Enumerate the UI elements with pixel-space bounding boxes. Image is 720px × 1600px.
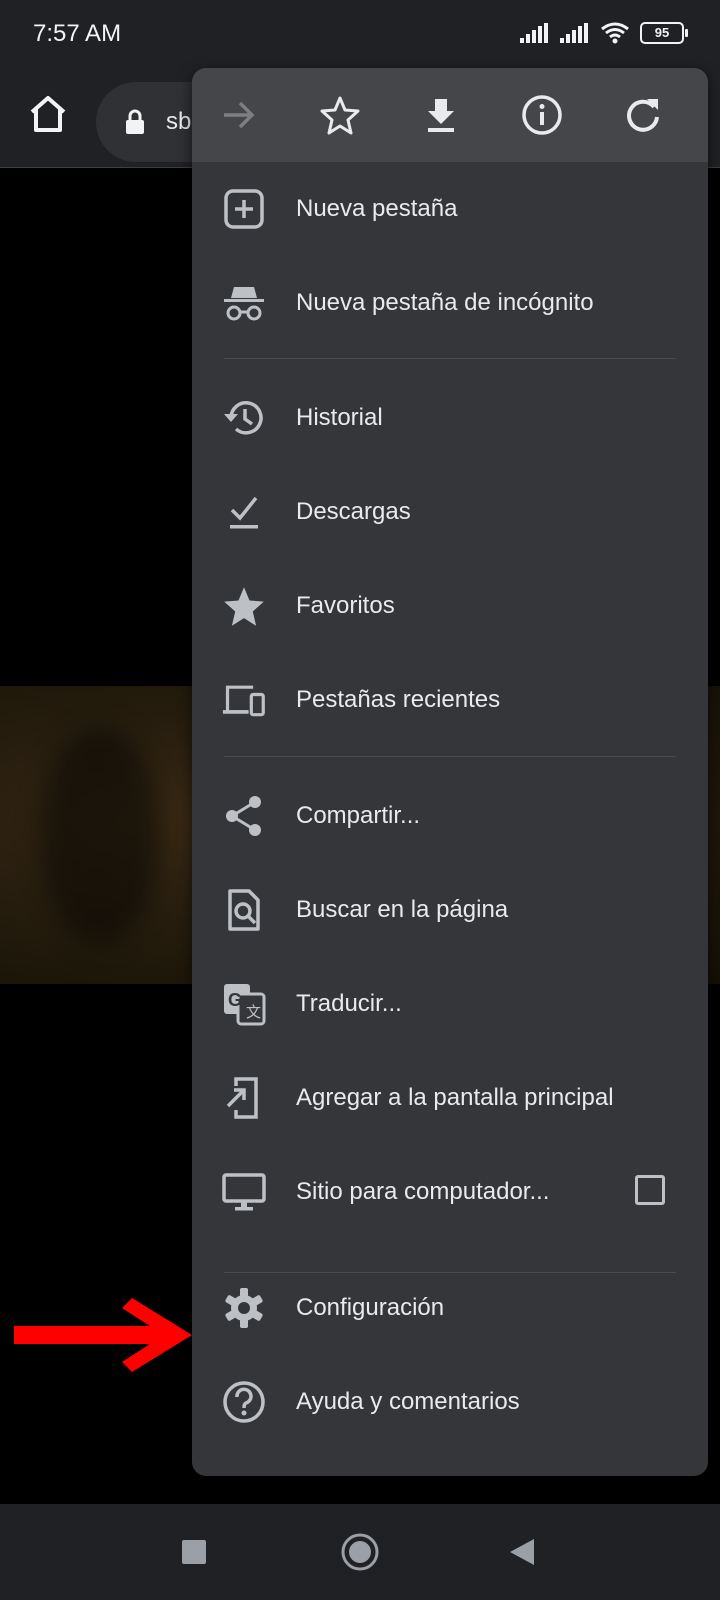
system-nav-bar <box>0 1504 720 1600</box>
url-text: sb <box>166 108 192 135</box>
incognito-icon <box>222 281 266 325</box>
menu-item-label: Agregar a la pantalla principal <box>296 1084 614 1111</box>
menu-item-label: Compartir... <box>296 802 421 829</box>
red-arrow-icon <box>14 1298 192 1372</box>
download-page-button[interactable] <box>417 91 465 139</box>
menu-item-label: Configuración <box>296 1294 445 1321</box>
battery-icon: 95 <box>640 22 688 44</box>
svg-text:G: G <box>228 990 242 1010</box>
find-in-page-icon <box>222 888 266 932</box>
menu-item-settings[interactable]: Configuración <box>192 1261 708 1355</box>
reload-icon <box>627 99 659 132</box>
menu-item-help-and-feedback[interactable]: Ayuda y comentarios <box>192 1355 708 1449</box>
recents-icon <box>182 1540 206 1564</box>
home-icon <box>30 96 66 132</box>
gear-icon <box>222 1286 266 1330</box>
menu-item-label: Traducir... <box>296 990 402 1017</box>
menu-item-history[interactable]: Historial <box>192 371 708 465</box>
share-icon <box>222 794 266 838</box>
history-icon <box>222 396 266 440</box>
downloads-icon <box>222 490 266 534</box>
download-icon <box>428 99 454 132</box>
status-bar: 7:57 AM 95 <box>0 0 720 68</box>
add-to-home-icon <box>222 1076 266 1120</box>
menu-item-label: Ayuda y comentarios <box>296 1388 520 1415</box>
desktop-site-checkbox[interactable] <box>635 1175 665 1205</box>
star-icon <box>222 584 266 628</box>
recents-button[interactable] <box>174 1532 214 1572</box>
translate-icon: G 文 <box>222 982 266 1026</box>
svg-text:文: 文 <box>246 1003 261 1021</box>
signal-icon <box>520 23 548 43</box>
info-icon <box>522 95 562 135</box>
menu-item-bookmarks[interactable]: Favoritos <box>192 559 708 653</box>
menu-item-new-incognito-tab[interactable]: Nueva pestaña de incógnito <box>192 256 708 350</box>
menu-item-label: Sitio para computador... <box>296 1178 550 1205</box>
menu-item-label: Nueva pestaña de incógnito <box>296 289 594 316</box>
menu-item-label: Favoritos <box>296 592 395 619</box>
forward-button[interactable] <box>215 91 263 139</box>
reload-button[interactable] <box>619 91 667 139</box>
menu-item-add-to-home-screen[interactable]: Agregar a la pantalla principal <box>192 1051 708 1145</box>
menu-item-label: Pestañas recientes <box>296 686 501 713</box>
back-icon <box>510 1539 534 1565</box>
page-info-button[interactable] <box>518 91 566 139</box>
menu-item-label: Historial <box>296 404 383 431</box>
devices-icon <box>222 678 266 722</box>
menu-divider <box>224 358 676 359</box>
menu-item-translate[interactable]: G 文 Traducir... <box>192 957 708 1051</box>
bookmark-button[interactable] <box>316 91 364 139</box>
help-icon <box>222 1380 266 1424</box>
star-outline-icon <box>320 96 360 135</box>
overflow-menu: Nueva pestaña Nueva pestaña de incógnito… <box>192 68 708 1476</box>
menu-item-find-in-page[interactable]: Buscar en la página <box>192 863 708 957</box>
arrow-right-icon <box>224 101 255 129</box>
status-time: 7:57 AM <box>33 20 122 47</box>
menu-item-label: Buscar en la página <box>296 896 509 923</box>
menu-item-recent-tabs[interactable]: Pestañas recientes <box>192 653 708 747</box>
menu-item-share[interactable]: Compartir... <box>192 769 708 863</box>
home-nav-button[interactable] <box>340 1532 380 1572</box>
thumbnail-shadow <box>40 726 160 946</box>
wifi-icon <box>601 22 629 44</box>
menu-item-new-tab[interactable]: Nueva pestaña <box>192 162 708 256</box>
menu-item-label: Nueva pestaña <box>296 195 458 222</box>
menu-divider <box>224 756 676 757</box>
new-tab-icon <box>222 187 266 231</box>
back-button[interactable] <box>502 1532 542 1572</box>
status-icons: 95 <box>520 22 688 44</box>
menu-item-desktop-site[interactable]: Sitio para computador... <box>192 1145 708 1239</box>
menu-item-label: Descargas <box>296 498 411 525</box>
home-circle-icon <box>341 1533 379 1571</box>
desktop-icon <box>222 1170 266 1214</box>
signal-icon <box>560 23 588 43</box>
lock-icon <box>126 109 144 134</box>
menu-item-downloads[interactable]: Descargas <box>192 465 708 559</box>
menu-action-row <box>192 68 708 162</box>
home-button[interactable] <box>24 90 72 138</box>
